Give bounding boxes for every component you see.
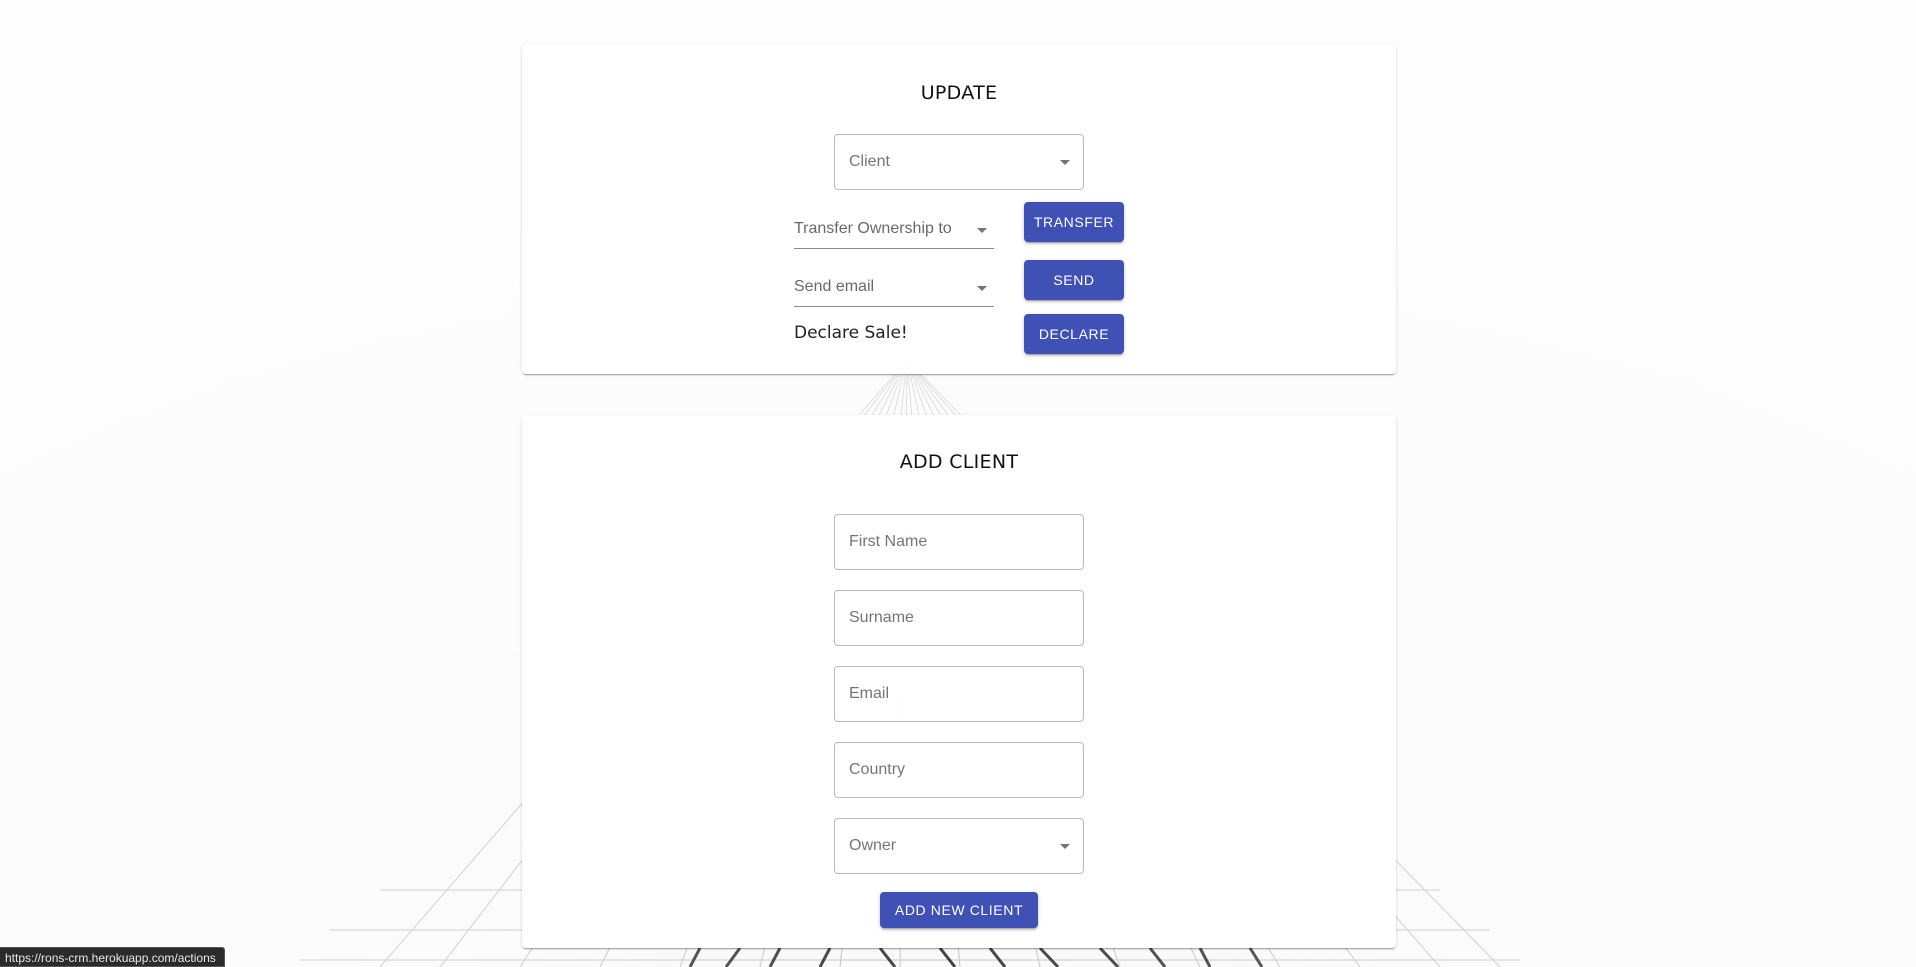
add-new-client-button[interactable]: ADD NEW CLIENT	[880, 892, 1038, 928]
add-client-card: ADD CLIENT Owner ADD NEW CLIENT	[522, 415, 1396, 948]
declare-button[interactable]: DECLARE	[1024, 314, 1124, 354]
owner-select[interactable]: Owner	[834, 818, 1084, 874]
surname-field[interactable]	[834, 590, 1084, 646]
owner-select-label: Owner	[849, 837, 897, 854]
transfer-ownership-label: Transfer Ownership to	[794, 220, 952, 237]
send-button[interactable]: SEND	[1024, 260, 1124, 300]
transfer-button[interactable]: TRANSFER	[1024, 202, 1124, 242]
send-email-select[interactable]: Send email	[794, 272, 994, 307]
caret-down-icon	[1060, 844, 1070, 849]
country-input[interactable]	[835, 743, 1083, 797]
add-client-title: ADD CLIENT	[899, 451, 1019, 473]
caret-down-icon	[1060, 160, 1070, 165]
country-field[interactable]	[834, 742, 1084, 798]
send-email-label: Send email	[794, 278, 875, 295]
declare-sale-text: Declare Sale!	[794, 323, 908, 343]
status-bar-url: https://rons-crm.herokuapp.com/actions	[0, 947, 225, 967]
update-card: UPDATE Client Transfer Ownership to TRAN…	[522, 44, 1396, 374]
client-select[interactable]: Client	[834, 134, 1084, 190]
email-input[interactable]	[835, 667, 1083, 721]
first-name-field[interactable]	[834, 514, 1084, 570]
client-select-label: Client	[849, 153, 890, 170]
caret-down-icon	[977, 228, 987, 233]
email-field[interactable]	[834, 666, 1084, 722]
caret-down-icon	[977, 286, 987, 291]
first-name-input[interactable]	[835, 515, 1083, 569]
surname-input[interactable]	[835, 591, 1083, 645]
update-title: UPDATE	[920, 82, 998, 104]
transfer-ownership-select[interactable]: Transfer Ownership to	[794, 214, 994, 249]
